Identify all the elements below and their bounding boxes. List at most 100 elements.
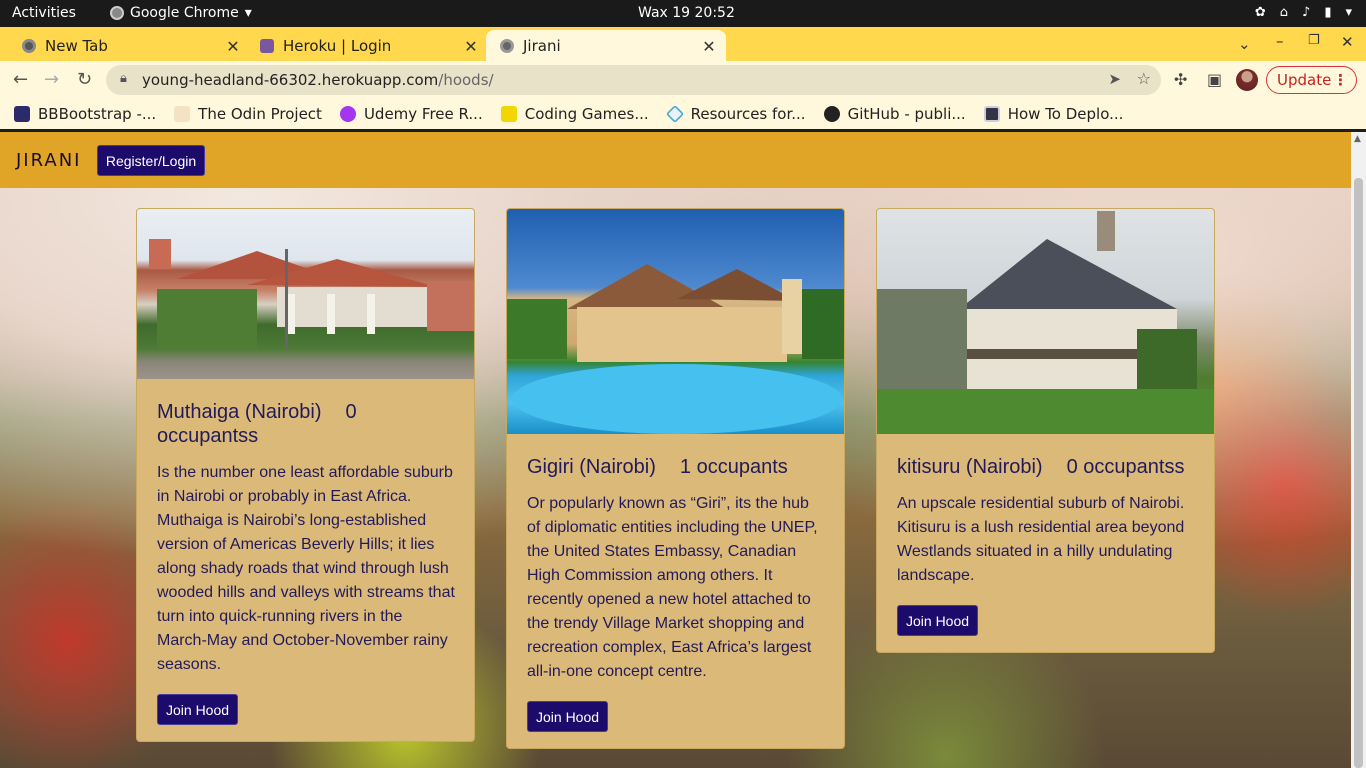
chrome-icon — [110, 6, 124, 20]
join-hood-button[interactable]: Join Hood — [897, 605, 979, 636]
hood-occupants: 0 occupantss — [1066, 456, 1185, 478]
hood-image-kitisuru — [877, 209, 1214, 434]
scrollbar-thumb[interactable] — [1354, 178, 1363, 768]
hood-description: Is the number one least affordable subur… — [157, 464, 455, 673]
menu-kebab-icon[interactable]: ⋮ — [1333, 71, 1348, 89]
hood-occupants: 1 occupants — [679, 456, 788, 478]
volume-icon: ♪ — [1302, 5, 1311, 20]
app-menu[interactable]: Google Chrome ▾ — [110, 5, 252, 21]
coding-games-icon — [500, 106, 517, 122]
profile-avatar[interactable] — [1236, 69, 1258, 91]
bookmarks-bar: BBBootstrap -... The Odin Project Udemy … — [0, 99, 1366, 129]
udemy-icon — [339, 106, 356, 122]
bookmark-label: Coding Games... — [524, 105, 649, 123]
bookmark-bbbootstrap[interactable]: BBBootstrap -... — [14, 105, 156, 123]
system-tray[interactable]: ✿ ⌂ ♪ ▮ ▾ — [1255, 5, 1352, 20]
scroll-up-arrow-icon[interactable]: ▲ — [1354, 134, 1361, 144]
system-top-bar: Activities Google Chrome ▾ Wax 19 20:52 … — [0, 0, 1366, 27]
hood-description: Or popularly known as “Giri”, its the hu… — [527, 495, 818, 680]
close-icon[interactable]: ✕ — [700, 37, 718, 56]
app-menu-label: Google Chrome — [130, 5, 239, 21]
bookmark-label: BBBootstrap -... — [38, 105, 157, 123]
lock-icon[interactable]: 🔒︎ — [120, 71, 127, 86]
hood-image-muthaiga — [137, 209, 474, 379]
star-icon[interactable]: ☆ — [1137, 69, 1151, 88]
bookmark-coding-games[interactable]: Coding Games... — [500, 105, 649, 123]
maximize-button[interactable]: ❐ — [1308, 33, 1320, 48]
caret-down-icon: ▾ — [244, 5, 252, 21]
bookmark-label: Resources for... — [690, 105, 806, 123]
tab-new-tab[interactable]: New Tab ✕ — [0, 30, 248, 61]
bookmark-label: GitHub - publi... — [847, 105, 966, 123]
hood-card-muthaiga: Muthaiga (Nairobi) 0 occupantss Is the nu… — [136, 208, 475, 742]
hood-name: Muthaiga (Nairobi) — [157, 401, 322, 423]
activities-button[interactable]: Activities — [12, 5, 76, 21]
address-bar[interactable]: 🔒︎ young-headland-66302.herokuapp.com/ho… — [106, 65, 1161, 95]
bookmark-github[interactable]: GitHub - publi... — [823, 105, 966, 123]
hood-card-kitisuru: kitisuru (Nairobi) 0 occupantss An upscal… — [876, 208, 1215, 653]
back-arrow-icon[interactable]: ← — [13, 69, 28, 90]
bookmark-label: The Odin Project — [198, 105, 322, 123]
clock[interactable]: Wax 19 20:52 — [638, 5, 735, 21]
hood-card-gigiri: Gigiri (Nairobi) 1 occupants Or popularly… — [506, 208, 845, 749]
globe-icon — [500, 38, 514, 53]
bookmark-udemy[interactable]: Udemy Free R... — [339, 105, 483, 123]
side-panel-icon[interactable]: ▣ — [1207, 70, 1222, 89]
register-login-button[interactable]: Register/Login — [97, 145, 205, 176]
card-body: kitisuru (Nairobi) 0 occupantss An upscal… — [877, 455, 1214, 652]
bookmark-label: Udemy Free R... — [363, 105, 483, 123]
update-label: Update — [1277, 71, 1332, 89]
close-window-button[interactable]: ✕ — [1341, 33, 1354, 51]
close-icon[interactable]: ✕ — [462, 37, 480, 56]
update-button[interactable]: Update ⋮ — [1266, 66, 1357, 94]
minimize-button[interactable]: – — [1276, 32, 1284, 50]
hood-title: kitisuru (Nairobi) 0 occupantss — [897, 455, 1195, 479]
tab-heroku-login[interactable]: Heroku | Login ✕ — [248, 30, 486, 61]
tab-jirani[interactable]: Jirani ✕ — [486, 30, 726, 61]
send-icon[interactable]: ➤ — [1108, 70, 1121, 88]
site-brand[interactable]: JIRANI — [16, 150, 81, 171]
forward-arrow-icon[interactable]: → — [44, 69, 59, 90]
tab-strip: New Tab ✕ Heroku | Login ✕ Jirani ✕ + ⌄ … — [0, 27, 1366, 83]
tab-label: Jirani — [523, 36, 561, 55]
house-image-drawing — [149, 239, 474, 349]
card-body: Muthaiga (Nairobi) 0 occupantss Is the nu… — [137, 400, 474, 741]
bbbootstrap-icon — [14, 106, 30, 122]
tab-label: Heroku | Login — [283, 36, 392, 55]
tab-search-chevron-icon[interactable]: ⌄ — [1238, 35, 1251, 53]
chrome-icon — [22, 38, 36, 53]
diamond-icon — [665, 104, 684, 124]
join-hood-button[interactable]: Join Hood — [157, 694, 239, 725]
join-hood-button[interactable]: Join Hood — [527, 701, 609, 732]
close-icon[interactable]: ✕ — [224, 37, 242, 56]
hood-title: Muthaiga (Nairobi) 0 occupantss — [157, 400, 455, 448]
house-image-drawing — [877, 211, 1214, 434]
battery-icon: ▮ — [1324, 5, 1332, 20]
url-text[interactable]: young-headland-66302.herokuapp.com/hoods… — [142, 71, 494, 89]
card-body: Gigiri (Nairobi) 1 occupants Or popularly… — [507, 455, 844, 748]
reload-icon[interactable]: ↻ — [77, 69, 92, 90]
hood-title: Gigiri (Nairobi) 1 occupants — [527, 455, 825, 479]
url-host: young-headland-66302.herokuapp.com — [142, 71, 439, 89]
bookmark-how-to-deploy[interactable]: How To Deplo... — [983, 105, 1124, 123]
heroku-icon — [260, 38, 274, 53]
odin-icon — [174, 106, 191, 122]
page-scrollbar[interactable]: ▲ — [1351, 132, 1366, 768]
system-menu-chevron-icon: ▾ — [1345, 5, 1352, 20]
hood-name: kitisuru (Nairobi) — [897, 456, 1043, 478]
hood-description: An upscale residential suburb of Nairobi… — [897, 495, 1185, 584]
bookmark-label: How To Deplo... — [1007, 105, 1124, 123]
site-navbar: JIRANI Register/Login — [0, 132, 1351, 188]
extensions-puzzle-icon[interactable]: ✣ — [1174, 70, 1187, 89]
color-picker-icon[interactable]: ✿ — [1255, 5, 1266, 20]
house-image-drawing — [507, 264, 844, 434]
network-icon: ⌂ — [1279, 5, 1289, 20]
bookmark-resources[interactable]: Resources for... — [665, 104, 806, 124]
page-viewport: JIRANI Register/Login Muthaiga (Nairobi)… — [0, 132, 1351, 768]
hood-image-gigiri — [507, 209, 844, 434]
hood-name: Gigiri (Nairobi) — [527, 456, 656, 478]
browser-toolbar: ← → ↻ 🔒︎ young-headland-66302.herokuapp.… — [0, 61, 1366, 99]
bookmark-odin-project[interactable]: The Odin Project — [174, 105, 322, 123]
github-icon — [823, 106, 840, 122]
tab-label: New Tab — [45, 36, 108, 55]
